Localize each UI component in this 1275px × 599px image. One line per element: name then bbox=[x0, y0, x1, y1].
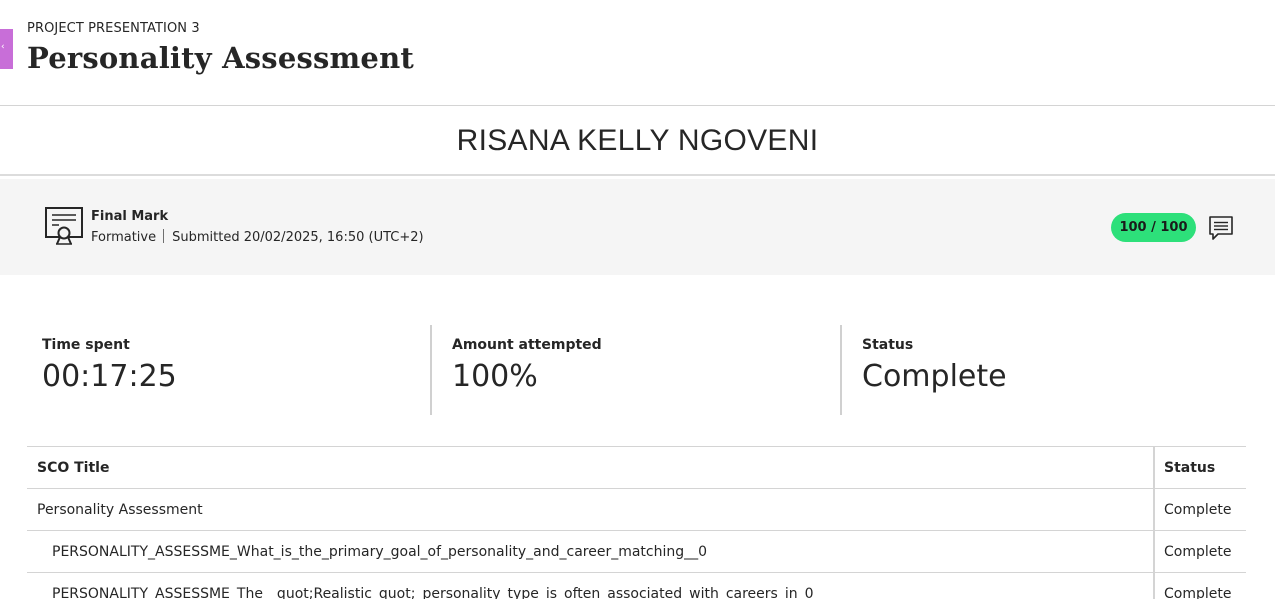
page-title: Personality Assessment bbox=[27, 41, 414, 75]
column-header-sco-title[interactable]: SCO Title bbox=[27, 446, 1155, 489]
breadcrumb: PROJECT PRESENTATION 3 bbox=[27, 21, 200, 36]
grade-meta: Formative Submitted 20/02/2025, 16:50 (UT… bbox=[91, 229, 424, 245]
stat-status: Status Complete bbox=[862, 325, 1007, 415]
table-row: PERSONALITY_ASSESSME_The__quot;Realistic… bbox=[27, 572, 1246, 599]
sco-status-cell: Complete bbox=[1154, 572, 1246, 599]
stat-amount-attempted: Amount attempted 100% bbox=[452, 325, 602, 415]
student-divider bbox=[0, 174, 1275, 176]
student-name: RISANA KELLY NGOVENI bbox=[456, 124, 819, 157]
sco-title-cell: PERSONALITY_ASSESSME_What_is_the_primary… bbox=[27, 530, 1155, 573]
page-header: PROJECT PRESENTATION 3 Personality Asses… bbox=[27, 21, 414, 75]
table-header-row: SCO Title Status bbox=[27, 446, 1246, 489]
stat-label: Status bbox=[862, 337, 914, 353]
sco-title-cell: Personality Assessment bbox=[27, 488, 1155, 531]
stat-value: 100% bbox=[452, 359, 538, 394]
stat-label: Time spent bbox=[42, 337, 130, 353]
submitted-date: Submitted 20/02/2025, 16:50 (UTC+2) bbox=[172, 230, 424, 245]
stat-value: 00:17:25 bbox=[42, 359, 177, 394]
chevron-left-icon: ‹ bbox=[1, 42, 5, 52]
stat-value: Complete bbox=[862, 359, 1007, 394]
column-header-status[interactable]: Status bbox=[1154, 446, 1246, 489]
student-banner: RISANA KELLY NGOVENI bbox=[0, 106, 1275, 176]
feedback-icon[interactable] bbox=[1207, 214, 1235, 242]
grade-type: Formative bbox=[91, 230, 157, 245]
table-row: PERSONALITY_ASSESSME_What_is_the_primary… bbox=[27, 530, 1246, 573]
stat-divider bbox=[840, 325, 842, 415]
stat-label: Amount attempted bbox=[452, 337, 602, 353]
sco-status-cell: Complete bbox=[1154, 530, 1246, 573]
meta-separator bbox=[163, 229, 165, 243]
attempt-stats: Time spent 00:17:25 Amount attempted 100… bbox=[27, 325, 1257, 415]
score-badge[interactable]: 100 / 100 bbox=[1111, 213, 1196, 242]
side-panel-toggle[interactable]: ‹ bbox=[0, 29, 13, 69]
stat-divider bbox=[430, 325, 432, 415]
stat-time-spent: Time spent 00:17:25 bbox=[42, 325, 177, 415]
sco-table: SCO Title Status Personality Assessment … bbox=[27, 446, 1246, 599]
table-row: Personality Assessment Complete bbox=[27, 488, 1246, 531]
sco-title-cell: PERSONALITY_ASSESSME_The__quot;Realistic… bbox=[27, 572, 1155, 599]
final-mark-label: Final Mark bbox=[91, 209, 169, 224]
sco-status-cell: Complete bbox=[1154, 488, 1246, 531]
certificate-icon bbox=[45, 207, 83, 245]
grade-panel: Final Mark Formative Submitted 20/02/2025… bbox=[0, 179, 1275, 275]
grade-info: Final Mark Formative Submitted 20/02/2025… bbox=[91, 209, 424, 245]
